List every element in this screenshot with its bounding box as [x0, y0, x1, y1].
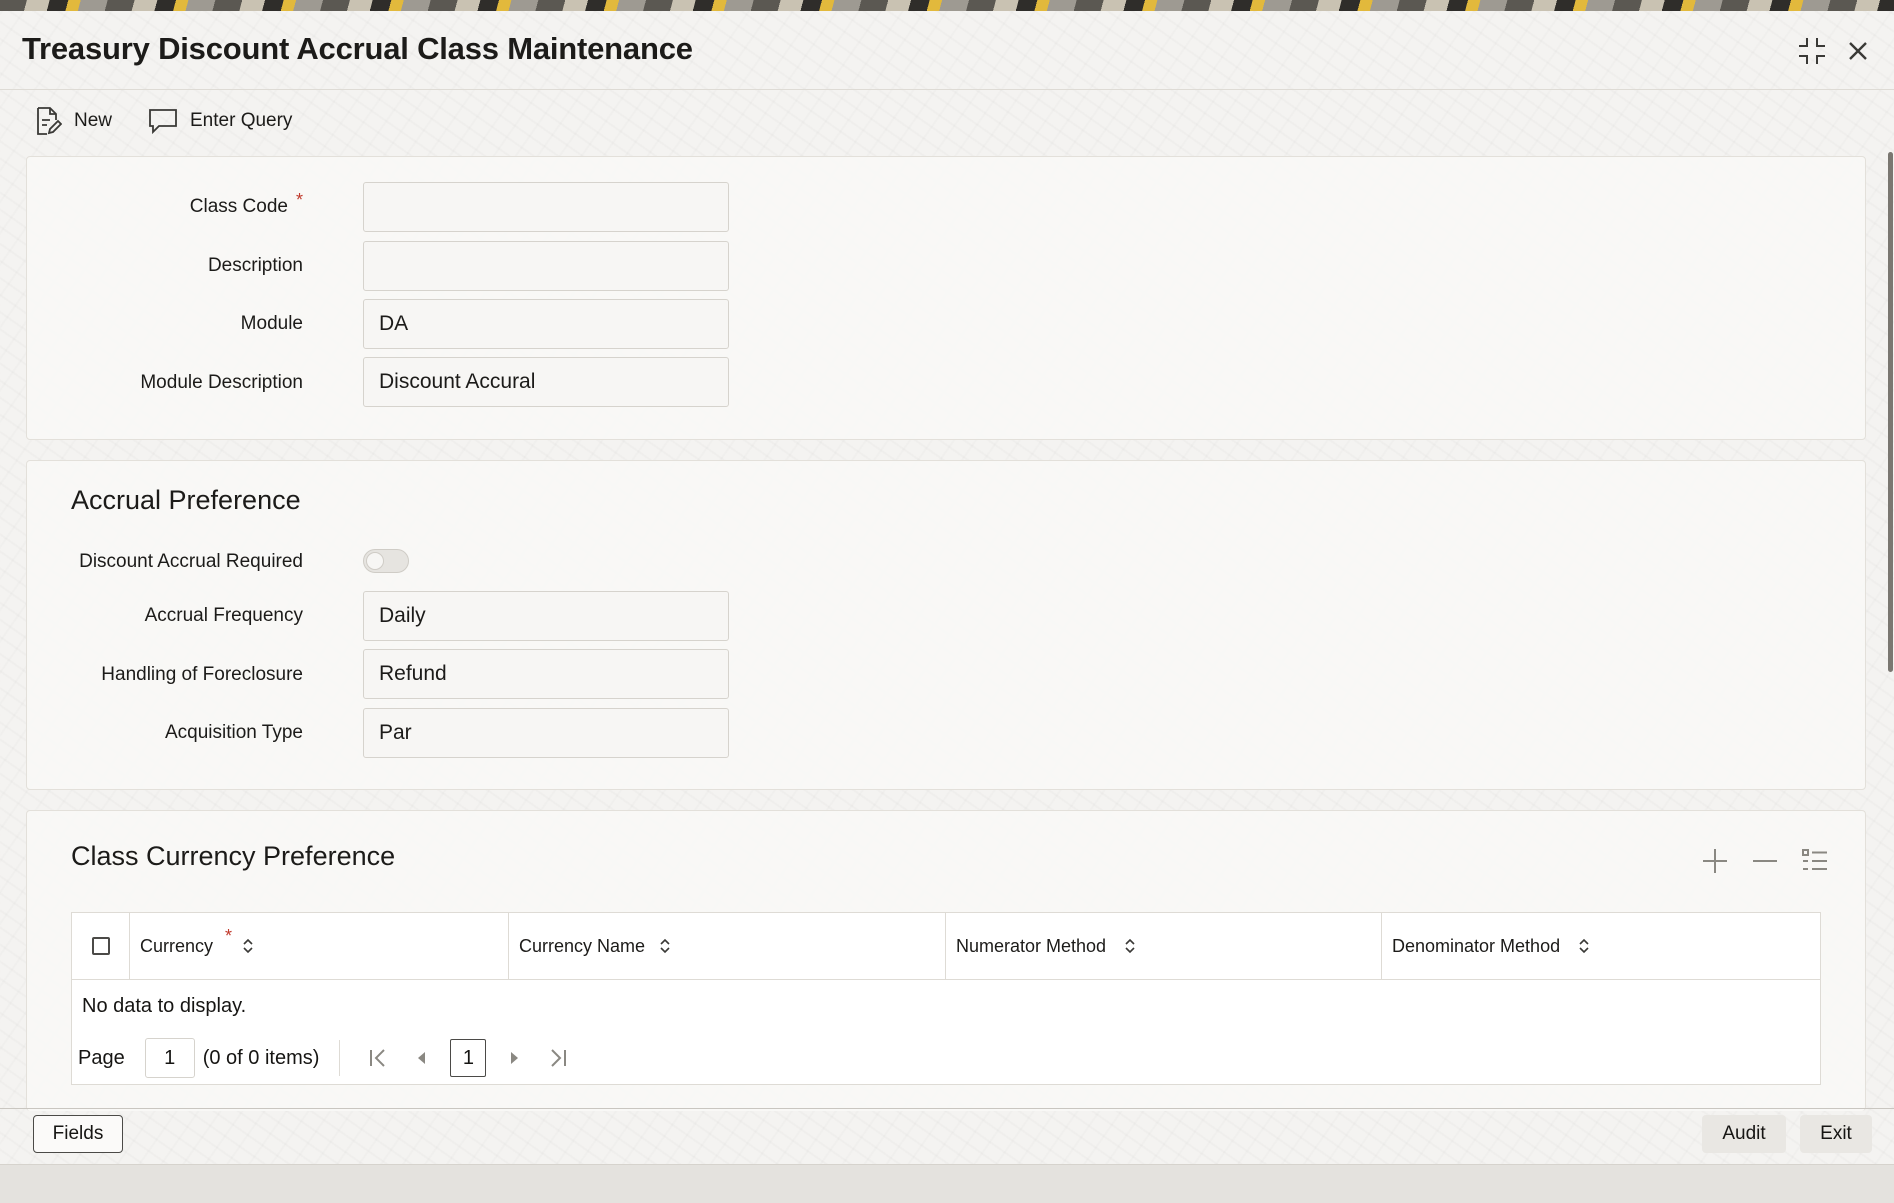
next-page-icon: [511, 1052, 519, 1064]
class-details-section: Class Code * Description Module DA Module…: [26, 156, 1866, 440]
single-record-view-button[interactable]: [1801, 847, 1829, 875]
column-header-currency-name[interactable]: Currency Name: [508, 913, 945, 979]
class-currency-preference-section: Class Currency Preference Currency * Curr…: [26, 810, 1866, 1111]
required-indicator: *: [225, 925, 233, 946]
class-code-input[interactable]: [363, 182, 729, 232]
first-page-button[interactable]: [364, 1044, 392, 1072]
class-code-label: Class Code *: [189, 190, 303, 217]
grid-actions: [1701, 847, 1829, 875]
new-button-label: New: [74, 110, 113, 131]
currency-preference-table: Currency * Currency Name Numerator Method…: [71, 912, 1821, 1085]
close-icon: [1849, 42, 1867, 60]
fields-button[interactable]: Fields: [33, 1115, 123, 1153]
toggle-knob: [366, 552, 384, 570]
sort-icon: [242, 937, 254, 955]
previous-page-button[interactable]: [408, 1044, 436, 1072]
previous-page-icon: [418, 1052, 426, 1064]
module-description-label: Module Description: [140, 372, 303, 393]
enter-query-label: Enter Query: [190, 110, 293, 131]
page-label: Page: [78, 1046, 125, 1069]
toolbar: New Enter Query: [0, 90, 1894, 152]
minimize-window-button[interactable]: [1794, 33, 1830, 69]
required-indicator: *: [295, 190, 303, 210]
title-bar: Treasury Discount Accrual Class Maintena…: [0, 11, 1894, 90]
first-page-icon: [370, 1049, 386, 1067]
page-number-input[interactable]: 1: [144, 1038, 195, 1078]
sort-icon: [1578, 937, 1590, 955]
add-row-button[interactable]: [1701, 847, 1729, 875]
select-all-cell: [72, 913, 129, 979]
page-title: Treasury Discount Accrual Class Maintena…: [22, 31, 693, 66]
select-all-checkbox[interactable]: [91, 937, 110, 955]
discount-accrual-required-label: Discount Accrual Required: [79, 551, 303, 572]
audit-button[interactable]: Audit: [1702, 1115, 1786, 1153]
discount-accrual-required-toggle[interactable]: [363, 549, 409, 573]
table-header: Currency * Currency Name Numerator Method…: [72, 913, 1820, 980]
handling-of-foreclosure-input[interactable]: Refund: [363, 649, 729, 699]
status-bar: [0, 1164, 1894, 1203]
pager-divider: [339, 1040, 341, 1076]
close-window-button[interactable]: [1840, 33, 1876, 69]
next-page-button[interactable]: [500, 1044, 528, 1072]
minus-icon: [1753, 860, 1777, 862]
enter-query-button[interactable]: Enter Query: [148, 104, 292, 138]
accrual-preference-section: Accrual Preference Discount Accrual Requ…: [26, 460, 1866, 790]
module-description-input[interactable]: Discount Accural: [363, 357, 729, 407]
empty-table-message: No data to display.: [82, 995, 247, 1017]
collapse-icon: [1799, 38, 1825, 64]
scrollbar-thumb[interactable]: [1888, 152, 1893, 672]
vertical-scrollbar[interactable]: [1886, 152, 1894, 1104]
module-input[interactable]: DA: [363, 299, 729, 349]
class-currency-preference-title: Class Currency Preference: [71, 841, 396, 871]
last-page-icon: [551, 1049, 567, 1067]
last-page-button[interactable]: [544, 1044, 572, 1072]
description-label: Description: [207, 255, 303, 276]
chat-bubble-icon: [149, 109, 177, 135]
column-header-currency[interactable]: Currency *: [129, 913, 508, 979]
new-document-icon: [37, 107, 62, 135]
new-button[interactable]: New: [34, 104, 112, 138]
column-header-denominator-method[interactable]: Denominator Method: [1381, 913, 1820, 979]
handling-of-foreclosure-label: Handling of Foreclosure: [101, 664, 303, 685]
accrual-preference-title: Accrual Preference: [71, 485, 301, 515]
acquisition-type-label: Acquisition Type: [164, 722, 303, 743]
sort-icon: [659, 937, 671, 955]
sort-icon: [1124, 937, 1136, 955]
items-summary: (0 of 0 items): [202, 1046, 320, 1069]
accrual-frequency-label: Accrual Frequency: [144, 605, 303, 626]
column-header-numerator-method[interactable]: Numerator Method: [945, 913, 1381, 979]
footer-bar: Fields Audit Exit: [0, 1108, 1894, 1165]
delete-row-button[interactable]: [1751, 847, 1779, 875]
plus-icon: [1703, 849, 1727, 873]
description-input[interactable]: [363, 241, 729, 291]
module-label: Module: [240, 313, 303, 334]
top-banner-strip: [0, 0, 1894, 11]
list-view-icon: [1802, 849, 1827, 870]
current-page-button[interactable]: 1: [450, 1039, 487, 1077]
accrual-frequency-input[interactable]: Daily: [363, 591, 729, 641]
exit-button[interactable]: Exit: [1800, 1115, 1872, 1153]
pagination: Page 1 (0 of 0 items) 1: [78, 1037, 580, 1079]
acquisition-type-input[interactable]: Par: [363, 708, 729, 758]
